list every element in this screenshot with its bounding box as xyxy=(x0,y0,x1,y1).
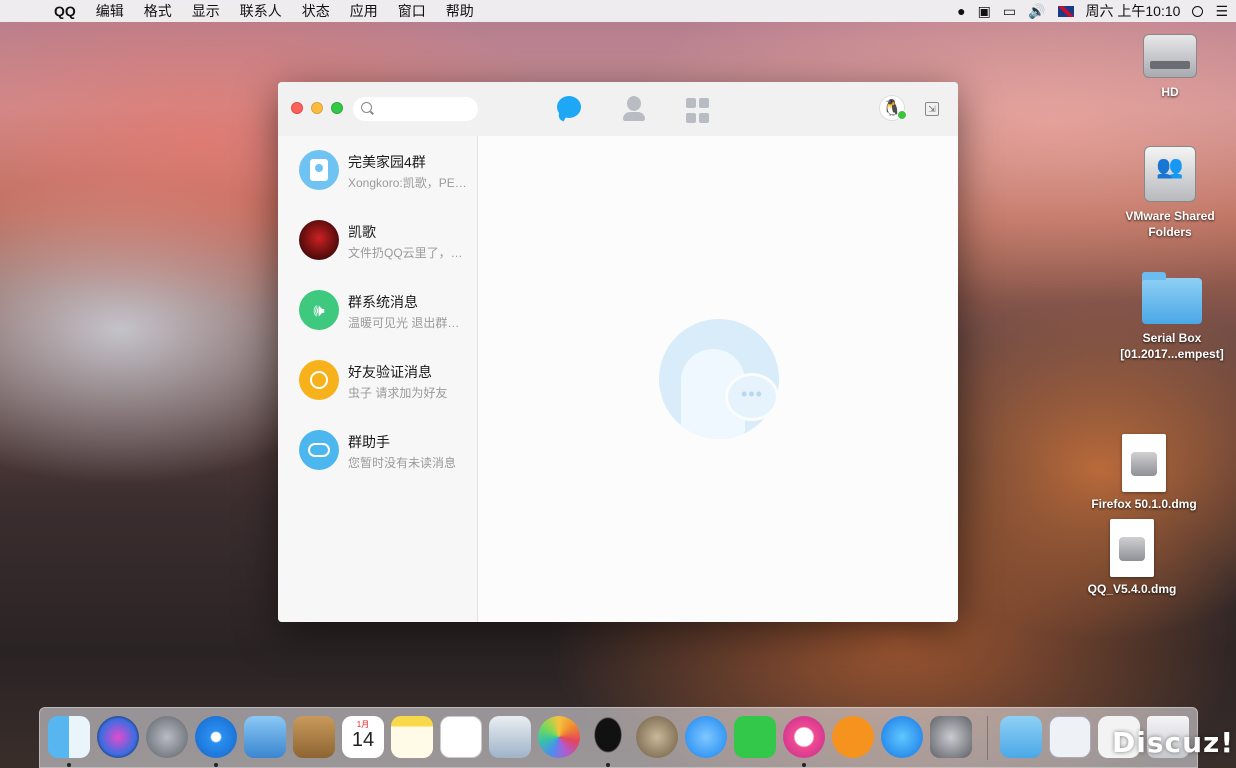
finder-icon[interactable] xyxy=(48,716,90,758)
safari-icon[interactable] xyxy=(195,716,237,758)
notification-center-icon[interactable]: ☰ xyxy=(1215,3,1228,20)
desktop-item-label: Firefox 50.1.0.dmg xyxy=(1091,497,1197,511)
menu-bar: QQ 编辑 格式 显示 联系人 状态 应用 窗口 帮助 ● ▣ ▭ 🔊 周六 上… xyxy=(0,0,1236,22)
disk-image-icon xyxy=(1122,434,1166,492)
airplay-icon[interactable]: ▣ xyxy=(978,3,991,20)
desktop-item-firefox-dmg[interactable]: Firefox 50.1.0.dmg xyxy=(1079,434,1209,512)
messages-icon[interactable] xyxy=(685,716,727,758)
running-indicator xyxy=(67,763,71,767)
qq-status-icon[interactable]: ● xyxy=(957,3,965,19)
reminders-icon[interactable] xyxy=(440,716,482,758)
conversation-list: 完美家园4群 Xongkoro:凯歌，PE… 凯歌 文件扔QQ云里了，… 🕪 群… xyxy=(278,136,478,622)
downloads-folder-icon[interactable] xyxy=(1000,716,1042,758)
facetime-icon[interactable] xyxy=(734,716,776,758)
tab-contacts[interactable] xyxy=(621,96,647,122)
desktop-item-label: HD xyxy=(1161,85,1179,99)
hard-drive-icon xyxy=(1143,34,1197,78)
ibooks-icon[interactable] xyxy=(832,716,874,758)
zoom-button[interactable] xyxy=(331,102,343,114)
dock-separator xyxy=(987,716,988,760)
conversation-name: 群系统消息 xyxy=(348,294,418,310)
launchpad-icon[interactable] xyxy=(146,716,188,758)
chat-pane: ••• xyxy=(479,136,958,622)
close-button[interactable] xyxy=(291,102,303,114)
calendar-day: 14 xyxy=(351,729,375,751)
menu-window[interactable]: 窗口 xyxy=(388,1,436,21)
conversation-item[interactable]: 群助手 您暂时没有未读消息 xyxy=(278,416,478,486)
conversation-preview: Xongkoro:凯歌，PE… xyxy=(348,176,467,190)
app-store-icon[interactable] xyxy=(881,716,923,758)
display-icon[interactable]: ▭ xyxy=(1003,3,1016,20)
group-badge-icon xyxy=(299,150,339,190)
conversation-name: 完美家园4群 xyxy=(348,154,426,170)
speaker-icon: 🕪 xyxy=(299,290,339,330)
itunes-icon[interactable] xyxy=(783,716,825,758)
apps-grid-icon xyxy=(686,98,696,108)
title-bar[interactable]: 🐧 ⇲ xyxy=(278,82,958,136)
menu-help[interactable]: 帮助 xyxy=(436,1,484,21)
siri-icon[interactable] xyxy=(97,716,139,758)
contacts-icon xyxy=(627,96,641,111)
desktop-item-hd[interactable]: HD xyxy=(1105,34,1235,100)
contacts-book-icon[interactable] xyxy=(293,716,335,758)
desktop-item-serial-box[interactable]: Serial Box [01.2017...empest] xyxy=(1107,272,1236,362)
spotlight-search-icon[interactable] xyxy=(1192,5,1204,17)
volume-icon[interactable]: 🔊 xyxy=(1028,3,1045,20)
running-indicator xyxy=(214,763,218,767)
watermark: Discuz! xyxy=(1112,726,1235,759)
qq-window: 🐧 ⇲ 完美家园4群 Xongkoro:凯歌，PE… 凯歌 文件扔QQ云里了，…… xyxy=(278,82,958,622)
tab-apps[interactable] xyxy=(686,98,712,124)
conversation-name: 凯歌 xyxy=(348,224,376,240)
conversation-name: 群助手 xyxy=(348,434,390,450)
conversation-item[interactable]: 好友验证消息 虫子 请求加为好友 xyxy=(278,346,478,416)
compact-mode-icon[interactable]: ⇲ xyxy=(925,102,939,116)
desktop-item-label: VMware Shared Folders xyxy=(1125,209,1215,239)
group-assistant-icon xyxy=(299,430,339,470)
person-icon xyxy=(299,360,339,400)
conversation-preview: 虫子 请求加为好友 xyxy=(348,386,448,400)
system-preferences-icon[interactable] xyxy=(930,716,972,758)
conversation-preview: 文件扔QQ云里了，… xyxy=(348,246,463,260)
conversation-item[interactable]: 完美家园4群 Xongkoro:凯歌，PE… xyxy=(278,136,478,206)
conversation-preview: 您暂时没有未读消息 xyxy=(348,456,457,470)
user-photo-avatar xyxy=(299,220,339,260)
conversation-preview: 温暖可见光 退出群… xyxy=(348,316,460,330)
mail-icon[interactable] xyxy=(244,716,286,758)
dock: 1月 14 xyxy=(39,707,1198,768)
calendar-icon[interactable]: 1月 14 xyxy=(342,716,384,758)
network-share-icon: 👥 xyxy=(1144,146,1196,202)
preview-icon[interactable] xyxy=(489,716,531,758)
desktop-item-qq-dmg[interactable]: QQ_V5.4.0.dmg xyxy=(1067,519,1197,597)
tab-chats[interactable] xyxy=(557,96,583,122)
menu-format[interactable]: 格式 xyxy=(134,1,182,21)
input-source-flag-icon[interactable] xyxy=(1057,5,1074,17)
menu-view[interactable]: 显示 xyxy=(182,1,230,21)
menu-app-name[interactable]: QQ xyxy=(44,3,86,19)
running-indicator xyxy=(606,763,610,767)
conversation-item[interactable]: 凯歌 文件扔QQ云里了，… xyxy=(278,206,478,276)
folder-icon xyxy=(1142,272,1202,324)
menu-edit[interactable]: 编辑 xyxy=(86,1,134,21)
qq-penguin-icon[interactable] xyxy=(587,716,629,758)
screenshot-icon[interactable] xyxy=(1049,716,1091,758)
menu-clock[interactable]: 周六 上午10:10 xyxy=(1086,1,1181,21)
menu-contacts[interactable]: 联系人 xyxy=(230,1,292,21)
desktop-item-label: QQ_V5.4.0.dmg xyxy=(1087,582,1177,596)
empty-chat-bubble-icon: ••• xyxy=(725,373,779,421)
conversation-item[interactable]: 🕪 群系统消息 温暖可见光 退出群… xyxy=(278,276,478,346)
minimize-button[interactable] xyxy=(311,102,323,114)
search-icon xyxy=(361,102,372,113)
desktop-item-vmware[interactable]: 👥 VMware Shared Folders xyxy=(1105,146,1235,240)
disk-image-icon xyxy=(1110,519,1154,577)
notes-icon[interactable] xyxy=(391,716,433,758)
photos-icon[interactable] xyxy=(538,716,580,758)
running-indicator xyxy=(802,763,806,767)
menu-apps[interactable]: 应用 xyxy=(340,1,388,21)
menu-status[interactable]: 状态 xyxy=(292,1,340,21)
desktop-item-label: Serial Box [01.2017...empest] xyxy=(1120,331,1224,361)
chat-bubble-icon xyxy=(557,96,581,118)
skull-icon[interactable] xyxy=(636,716,678,758)
conversation-name: 好友验证消息 xyxy=(348,364,432,380)
online-status-icon xyxy=(897,110,907,120)
